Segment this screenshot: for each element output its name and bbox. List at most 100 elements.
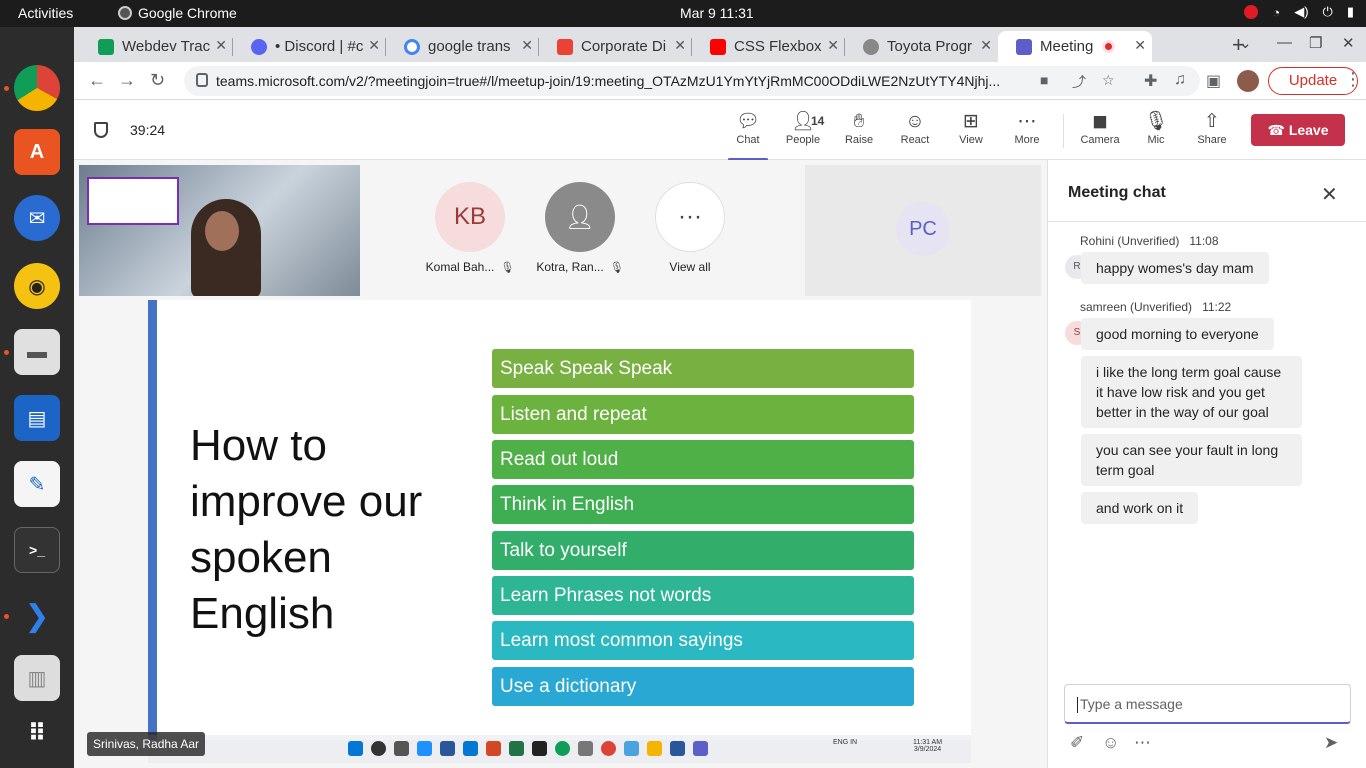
rhythmbox-icon[interactable]: ◉ <box>14 263 60 309</box>
participant-tile-kotra[interactable]: 👤︎ Kotra, Ran... 🎙︎ <box>525 182 635 274</box>
message-placeholder: Type a message <box>1080 696 1183 712</box>
minimize-button[interactable]: — <box>1277 34 1292 51</box>
close-icon[interactable]: ✕ <box>674 37 686 54</box>
terminal-icon[interactable]: >_ <box>14 527 60 573</box>
mic-button[interactable]: 🎙︎ Mic <box>1128 110 1184 156</box>
leave-button[interactable]: ☎ Leave <box>1251 114 1345 146</box>
side-panel-icon[interactable]: ▣ <box>1206 71 1221 91</box>
share-icon[interactable]: ⤴ <box>1072 72 1086 92</box>
gmail-icon <box>557 38 573 55</box>
more-options-icon[interactable]: ⋯ <box>1134 733 1151 753</box>
tab-title: Webdev Trac <box>122 38 211 55</box>
profile-avatar[interactable] <box>1237 70 1259 92</box>
teams-icon <box>693 741 708 756</box>
archive-icon[interactable]: ▥ <box>14 655 60 701</box>
thunderbird-icon[interactable]: ✉ <box>14 195 60 241</box>
maximize-button[interactable]: ❐ <box>1309 34 1322 52</box>
participant-tile-kb[interactable]: KB Komal Bah... 🎙︎ <box>415 182 525 274</box>
shared-slide: How to improve our spoken English Speak … <box>148 300 971 740</box>
message-time: 11:22 <box>1202 300 1232 314</box>
address-bar[interactable]: teams.microsoft.com/v2/?meetingjoin=true… <box>184 66 1200 96</box>
slide-tip: Listen and repeat <box>492 395 914 434</box>
media-control-icon[interactable]: ♫ <box>1174 71 1186 89</box>
vscode-icon[interactable]: ❯ <box>14 593 60 639</box>
files-icon[interactable]: ▬ <box>14 329 60 375</box>
browser-tab[interactable]: CSS Flexbox ✕ <box>692 31 845 62</box>
chat-message[interactable]: you can see your fault in long term goal <box>1081 434 1302 486</box>
camera-blocked-icon[interactable]: ■ <box>1040 72 1048 88</box>
calculator-icon <box>578 741 593 756</box>
close-icon[interactable]: ✕ <box>1321 182 1338 207</box>
browser-tab-active[interactable]: Meeting ✕ <box>998 31 1152 62</box>
reload-button[interactable]: ↻ <box>150 70 165 91</box>
presenter-video-tile[interactable] <box>79 165 360 296</box>
writer-icon[interactable]: ▤ <box>14 395 60 441</box>
close-icon[interactable]: ✕ <box>215 37 227 54</box>
running-indicator <box>4 350 9 355</box>
bookmark-star-icon[interactable]: ☆ <box>1102 72 1115 89</box>
close-icon[interactable]: ✕ <box>827 37 839 54</box>
software-center-icon[interactable]: A <box>14 129 60 175</box>
explorer-icon <box>647 741 662 756</box>
chat-button[interactable]: 💬︎ Chat <box>720 110 776 161</box>
task-view-icon <box>394 741 409 756</box>
app-icon <box>532 741 547 756</box>
presenter-name-chip: Srinivas, Radha Aar <box>87 732 206 756</box>
record-icon <box>1244 5 1259 19</box>
app-menu[interactable]: Google Chrome <box>118 5 237 21</box>
browser-tab[interactable]: Webdev Trac ✕ <box>80 31 233 62</box>
close-icon[interactable]: ✕ <box>980 37 992 54</box>
app-icon <box>624 741 639 756</box>
browser-tab[interactable]: Toyota Progr ✕ <box>845 31 998 62</box>
chat-message[interactable]: happy womes's day mam <box>1081 252 1269 284</box>
emoji-icon[interactable]: ☺ <box>1102 733 1119 753</box>
format-icon[interactable]: ✐ <box>1070 733 1084 753</box>
google-icon <box>404 38 420 55</box>
people-button[interactable]: 👤︎ 14 People <box>775 110 831 156</box>
extensions-icon[interactable]: ✚ <box>1144 71 1157 91</box>
send-icon[interactable]: ➤ <box>1324 733 1338 753</box>
message-input[interactable]: Type a message <box>1064 684 1351 724</box>
excel-icon <box>509 741 524 756</box>
close-icon[interactable]: ✕ <box>1134 37 1146 54</box>
meeting-stage: KB Komal Bah... 🎙︎ 👤︎ Kotra, Ran... 🎙︎ ···… <box>74 160 1047 768</box>
participant-tile-pc[interactable]: PC <box>805 165 1041 296</box>
show-apps-icon[interactable]: ⠿ <box>14 710 60 756</box>
tab-title: Meeting <box>1040 38 1094 55</box>
raise-hand-button[interactable]: ✋︎ Raise <box>831 110 887 156</box>
back-button[interactable]: ← <box>88 70 106 91</box>
more-button[interactable]: ⋯ More <box>999 110 1055 156</box>
browser-tab[interactable]: • Discord | #c ✕ <box>233 31 386 62</box>
activities-button[interactable]: Activities <box>18 5 73 21</box>
close-icon[interactable]: ✕ <box>521 37 533 54</box>
tab-search-icon[interactable]: ⌄ <box>1239 34 1252 52</box>
share-button[interactable]: ⇧ Share <box>1184 110 1240 156</box>
view-all-participants[interactable]: ··· View all <box>635 182 745 274</box>
taskbar-clock: 11:31 AM 3/9/2024 <box>913 739 943 753</box>
mic-off-icon: 🎙︎ <box>1143 111 1169 132</box>
react-button[interactable]: ☺ React <box>887 110 943 156</box>
slide-tip: Think in English <box>492 485 914 524</box>
browser-tab[interactable]: google trans ✕ <box>386 31 539 62</box>
text-editor-icon[interactable]: ✎ <box>14 461 60 507</box>
message-meta: samreen (Unverified) 11:22 <box>1080 300 1231 314</box>
tab-title: google trans <box>428 38 511 55</box>
message-time: 11:08 <box>1189 234 1219 248</box>
view-button[interactable]: ⊞ View <box>943 110 999 156</box>
system-clock[interactable]: Mar 9 11:31 <box>680 5 754 21</box>
chat-message[interactable]: and work on it <box>1081 492 1199 524</box>
slide-tip: Speak Speak Speak <box>492 349 914 388</box>
browser-tab[interactable]: Corporate Di ✕ <box>539 31 692 62</box>
close-window-button[interactable]: ✕ <box>1342 34 1355 52</box>
forward-button[interactable]: → <box>118 70 136 91</box>
system-tray[interactable]: ◔ ◀) ⏻ ▮ <box>1244 4 1354 20</box>
chrome-menu-icon[interactable]: ⋮ <box>1344 69 1362 90</box>
youtube-icon <box>710 38 726 55</box>
chat-message[interactable]: i like the long term goal cause it have … <box>1081 356 1302 428</box>
participant-avatar: PC <box>896 202 950 256</box>
close-icon[interactable]: ✕ <box>368 37 380 54</box>
chat-message[interactable]: good morning to everyone <box>1081 318 1274 350</box>
chrome-dock-icon[interactable] <box>14 65 60 111</box>
toyota-icon <box>863 38 879 55</box>
camera-button[interactable]: ◼︎ Camera <box>1072 110 1128 156</box>
